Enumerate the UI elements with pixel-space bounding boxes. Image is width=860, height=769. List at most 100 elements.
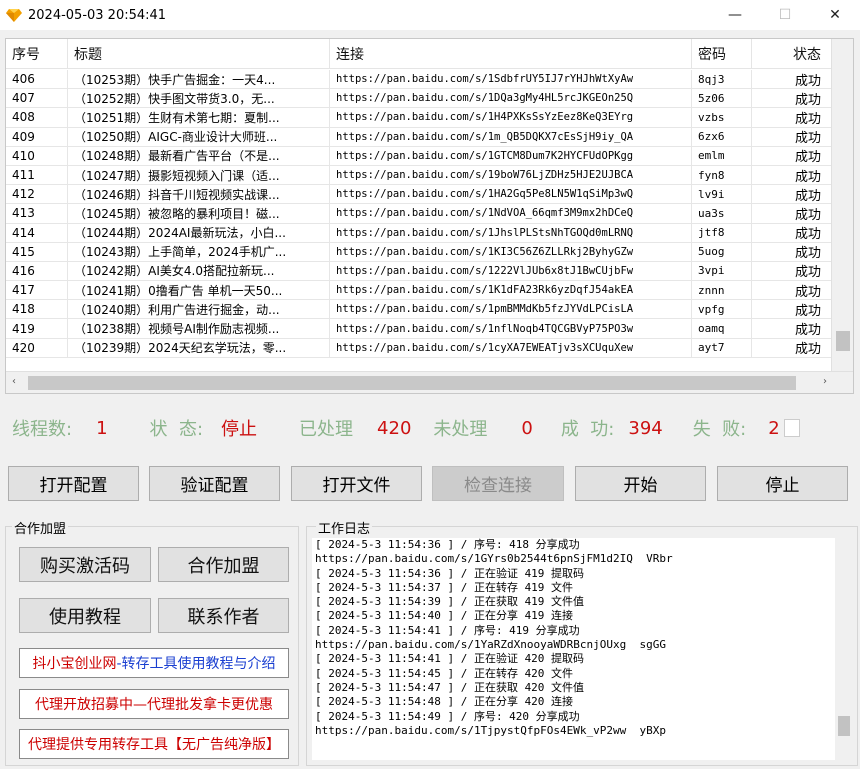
window-title: 2024-05-03 20:54:41: [28, 7, 167, 23]
scroll-left-icon[interactable]: ‹: [12, 376, 16, 387]
table-row[interactable]: 406 （10253期）快手广告掘金：一天4... https://pan.baid…: [6, 70, 832, 90]
header-num[interactable]: 序号: [6, 39, 68, 68]
check-connection-button[interactable]: 检查连接: [432, 466, 564, 501]
row-link: https://pan.baidu.com/s/1H4PXKsSsYzEez8K…: [330, 108, 692, 127]
row-link: https://pan.baidu.com/s/1222VlJUb6x8tJ1B…: [330, 261, 692, 281]
contact-author-button[interactable]: 联系作者: [158, 598, 289, 633]
row-title: （10241期）0撸看广告 单机一天50...: [68, 281, 330, 300]
row-status: 成功: [752, 281, 832, 300]
row-title: （10242期）AI美女4.0搭配拉新玩...: [68, 261, 330, 281]
log-line: [ 2024-5-3 11:54:36 ] / 正在验证 419 提取码: [315, 566, 585, 580]
row-title: （10238期）视频号AI制作励志视频...: [68, 319, 330, 338]
scroll-right-icon[interactable]: ›: [823, 376, 827, 387]
close-button[interactable]: ✕: [810, 0, 860, 30]
row-num: 415: [6, 242, 68, 261]
row-status: 成功: [752, 108, 832, 127]
row-num: 416: [6, 261, 68, 281]
row-title: （10244期）2024AI最新玩法，小白...: [68, 223, 330, 242]
row-title: （10252期）快手图文带货3.0，无...: [68, 89, 330, 108]
minimize-button[interactable]: —: [710, 0, 760, 30]
row-password: jtf8: [692, 223, 752, 242]
row-num: 410: [6, 146, 68, 165]
table-row[interactable]: 411 （10247期）摄影短视频入门课（适... https://pan.baid…: [6, 165, 832, 186]
log-line: https://pan.baidu.com/s/1TjpystQfpFOs4EW…: [315, 723, 666, 737]
row-link: https://pan.baidu.com/s/1GTCM8Dum7K2HYCF…: [330, 146, 692, 165]
row-link: https://pan.baidu.com/s/1SdbfrUY5IJ7rYHJ…: [330, 70, 692, 89]
table-vertical-scrollbar[interactable]: [831, 39, 853, 373]
processed-label: 已处理: [299, 419, 354, 440]
table-row[interactable]: 417 （10241期）0撸看广告 单机一天50... https://pan.ba…: [6, 281, 832, 301]
promo-link-tutorial[interactable]: 抖小宝创业网 -转存工具使用教程与介绍: [19, 648, 289, 678]
table-row[interactable]: 409 （10250期）AIGC-商业设计大师班... https://pan.ba…: [6, 127, 832, 147]
row-status: 成功: [752, 338, 832, 357]
header-password[interactable]: 密码: [692, 39, 752, 68]
row-num: 409: [6, 127, 68, 146]
row-num: 408: [6, 108, 68, 127]
header-link[interactable]: 连接: [330, 39, 692, 68]
open-config-button[interactable]: 打开配置: [8, 466, 139, 501]
maximize-button[interactable]: ☐: [760, 0, 810, 30]
row-num: 407: [6, 89, 68, 108]
action-button-row: 打开配置 验证配置 打开文件 检查连接 开始 停止: [8, 466, 856, 502]
header-title[interactable]: 标题: [68, 39, 330, 68]
table-row[interactable]: 416 （10242期）AI美女4.0搭配拉新玩... https://pan.ba…: [6, 261, 832, 282]
log-line: [ 2024-5-3 11:54:49 ] / 序号: 420 分享成功: [315, 709, 580, 723]
open-file-button[interactable]: 打开文件: [291, 466, 422, 501]
row-link: https://pan.baidu.com/s/1pmBMMdKb5fzJYVd…: [330, 300, 692, 319]
row-link: https://pan.baidu.com/s/1K1dFA23Rk6yzDqf…: [330, 281, 692, 300]
promo-link-agent-tool[interactable]: 代理提供专用转存工具【无广告纯净版】: [19, 729, 289, 759]
promo-link-tutorial-blue: -转存工具使用教程与介绍: [116, 656, 276, 672]
log-line: https://pan.baidu.com/s/1GYrs0b2544t6pnS…: [315, 552, 673, 566]
processed-value: 420: [377, 417, 412, 439]
row-num: 412: [6, 185, 68, 204]
start-button[interactable]: 开始: [575, 466, 706, 501]
table-row[interactable]: 413 （10245期）被忽略的暴利项目！磁... https://pan.baid…: [6, 204, 832, 224]
threads-value: 1: [96, 417, 108, 439]
log-vertical-scrollbar[interactable]: [835, 538, 853, 760]
row-status: 成功: [752, 185, 832, 204]
row-link: https://pan.baidu.com/s/1DQa3gMy4HL5rcJK…: [330, 89, 692, 108]
row-password: fyn8: [692, 165, 752, 185]
row-title: （10250期）AIGC-商业设计大师班...: [68, 127, 330, 146]
row-password: ua3s: [692, 204, 752, 223]
promo-link-agent-recruit[interactable]: 代理开放招募中—代理批发拿卡更优惠: [19, 689, 289, 719]
buy-activation-code-button[interactable]: 购买激活码: [19, 547, 151, 582]
table-row[interactable]: 414 （10244期）2024AI最新玩法，小白... https://pan.b…: [6, 223, 832, 243]
table-row[interactable]: 418 （10240期）利用广告进行掘金，动... https://pan.baid…: [6, 300, 832, 320]
table-row[interactable]: 415 （10243期）上手简单，2024手机广... https://pan.ba…: [6, 242, 832, 262]
fail-label: 失 败:: [692, 419, 747, 440]
row-password: 8qj3: [692, 70, 752, 89]
row-password: vpfg: [692, 300, 752, 319]
table-row[interactable]: 408 （10251期）生财有术第七期：夏制... https://pan.baid…: [6, 108, 832, 128]
row-num: 406: [6, 70, 68, 89]
row-status: 成功: [752, 242, 832, 261]
table-row[interactable]: 407 （10252期）快手图文带货3.0，无... https://pan.bai…: [6, 89, 832, 109]
tutorial-button[interactable]: 使用教程: [19, 598, 151, 633]
row-link: https://pan.baidu.com/s/1KI3C56Z6ZLLRkj2…: [330, 242, 692, 261]
state-label: 状 态:: [149, 419, 204, 440]
row-link: https://pan.baidu.com/s/1nflNoqb4TQCGBVy…: [330, 319, 692, 338]
stop-button[interactable]: 停止: [717, 466, 848, 501]
log-line: [ 2024-5-3 11:54:37 ] / 正在转存 419 文件: [315, 580, 574, 594]
table-horizontal-thumb[interactable]: [28, 376, 796, 390]
log-line: [ 2024-5-3 11:54:40 ] / 正在分享 419 连接: [315, 609, 574, 623]
row-password: 6zx6: [692, 127, 752, 146]
row-password: 5z06: [692, 89, 752, 108]
unprocessed-value: 0: [521, 417, 533, 439]
log-vertical-thumb[interactable]: [838, 716, 850, 736]
join-button[interactable]: 合作加盟: [158, 547, 289, 582]
success-label: 成 功:: [560, 419, 615, 440]
table-row[interactable]: 419 （10238期）视频号AI制作励志视频... https://pan.bai…: [6, 319, 832, 339]
table-row[interactable]: 412 （10246期）抖音千川短视频实战课... https://pan.baid…: [6, 185, 832, 205]
verify-config-button[interactable]: 验证配置: [149, 466, 280, 501]
row-status: 成功: [752, 300, 832, 319]
table-vertical-thumb[interactable]: [836, 331, 850, 351]
header-status[interactable]: 状态: [752, 39, 832, 68]
table-row[interactable]: 410 （10248期）最新看广告平台（不是... https://pan.baid…: [6, 146, 832, 166]
row-link: https://pan.baidu.com/s/1cyXA7EWEATjv3sX…: [330, 338, 692, 357]
row-num: 413: [6, 204, 68, 223]
results-table[interactable]: 序号 标题 连接 密码 状态 406 （10253期）快手广告掘金：一天4... h…: [5, 38, 854, 394]
table-row[interactable]: 420 （10239期）2024天纪玄学玩法，零... https://pan.ba…: [6, 338, 832, 358]
table-horizontal-scrollbar[interactable]: ‹ ›: [6, 371, 853, 393]
work-log-textbox[interactable]: [ 2024-5-3 11:54:36 ] / 序号: 418 分享成功 http…: [312, 538, 853, 760]
